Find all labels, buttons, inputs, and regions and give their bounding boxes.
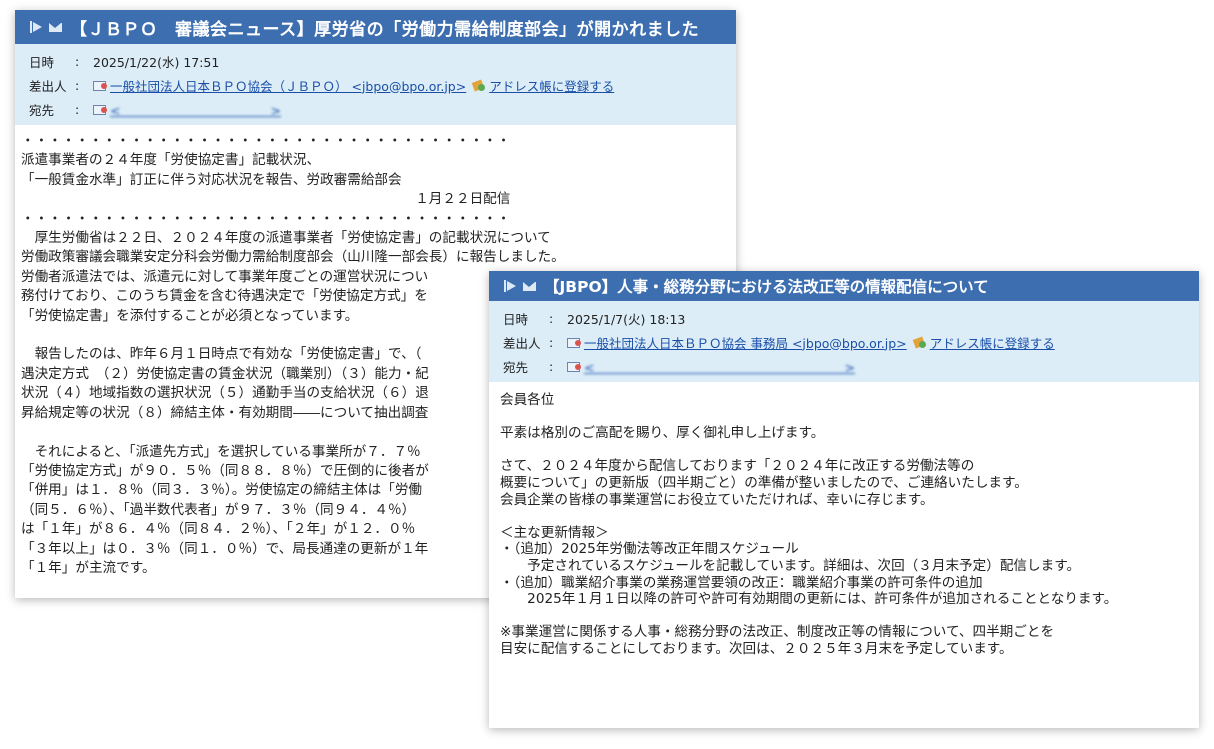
contact-icon[interactable] xyxy=(567,360,582,373)
to-row: 宛先 : < > xyxy=(489,354,1199,378)
email-body: 会員各位 平素は格別のご高配を賜り、厚く御礼申し上げます。 さて、２０２４年度か… xyxy=(500,392,1118,657)
contact-icon[interactable] xyxy=(567,336,582,349)
sender-link[interactable]: 一般社団法人日本ＢＰＯ協会 事務局 <jbpo@bpo.or.jp> xyxy=(584,333,907,352)
email-header: 日時 : 2025/1/7(火) 18:13 差出人 : 一般社団法人日本ＢＰＯ… xyxy=(489,301,1199,382)
email-subject: 【ＪＢＰＯ 審議会ニュース】厚労省の「労働力需給制度部会」が開かれました xyxy=(70,19,700,40)
recipient-link[interactable]: < > xyxy=(584,357,855,376)
envelope-icon xyxy=(523,281,536,291)
email-header: 日時 : 2025/1/22(水) 17:51 差出人 : 一般社団法人日本ＢＰ… xyxy=(15,44,736,125)
date-row: 日時 : 2025/1/7(火) 18:13 xyxy=(489,306,1199,330)
date-value: 2025/1/7(火) 18:13 xyxy=(567,311,686,327)
flag-icon[interactable] xyxy=(29,20,45,34)
addressbook-icon[interactable] xyxy=(913,336,927,349)
sender-link[interactable]: 一般社団法人日本ＢＰＯ協会（ＪＢＰＯ） <jbpo@bpo.or.jp> xyxy=(110,76,466,95)
addressbook-icon[interactable] xyxy=(472,79,486,92)
add-to-addressbook-link[interactable]: アドレス帳に登録する xyxy=(930,333,1055,352)
add-to-addressbook-link[interactable]: アドレス帳に登録する xyxy=(489,76,614,95)
to-label: 宛先 xyxy=(503,359,529,375)
contact-icon[interactable] xyxy=(93,79,108,92)
from-label: 差出人 xyxy=(29,78,67,94)
date-row: 日時 : 2025/1/22(水) 17:51 xyxy=(15,49,736,73)
from-label: 差出人 xyxy=(503,335,541,351)
from-row: 差出人 : 一般社団法人日本ＢＰＯ協会（ＪＢＰＯ） <jbpo@bpo.or.j… xyxy=(15,73,736,97)
date-value: 2025/1/22(水) 17:51 xyxy=(93,54,220,70)
from-row: 差出人 : 一般社団法人日本ＢＰＯ協会 事務局 <jbpo@bpo.or.jp>… xyxy=(489,330,1199,354)
email-subject: 【JBPO】人事・総務分野における法改正等の情報配信について xyxy=(544,278,989,296)
email-subject-bar: 【ＪＢＰＯ 審議会ニュース】厚労省の「労働力需給制度部会」が開かれました xyxy=(15,10,736,44)
email-window-law-update: 【JBPO】人事・総務分野における法改正等の情報配信について 日時 : 2025… xyxy=(489,271,1199,728)
date-label: 日時 xyxy=(29,54,55,70)
envelope-icon xyxy=(49,22,62,32)
to-label: 宛先 xyxy=(29,102,55,118)
recipient-link[interactable]: < > xyxy=(110,100,281,119)
flag-icon[interactable] xyxy=(503,279,519,293)
date-label: 日時 xyxy=(503,311,529,327)
to-row: 宛先 : < > xyxy=(15,97,736,121)
email-subject-bar: 【JBPO】人事・総務分野における法改正等の情報配信について xyxy=(489,271,1199,301)
contact-icon[interactable] xyxy=(93,103,108,116)
